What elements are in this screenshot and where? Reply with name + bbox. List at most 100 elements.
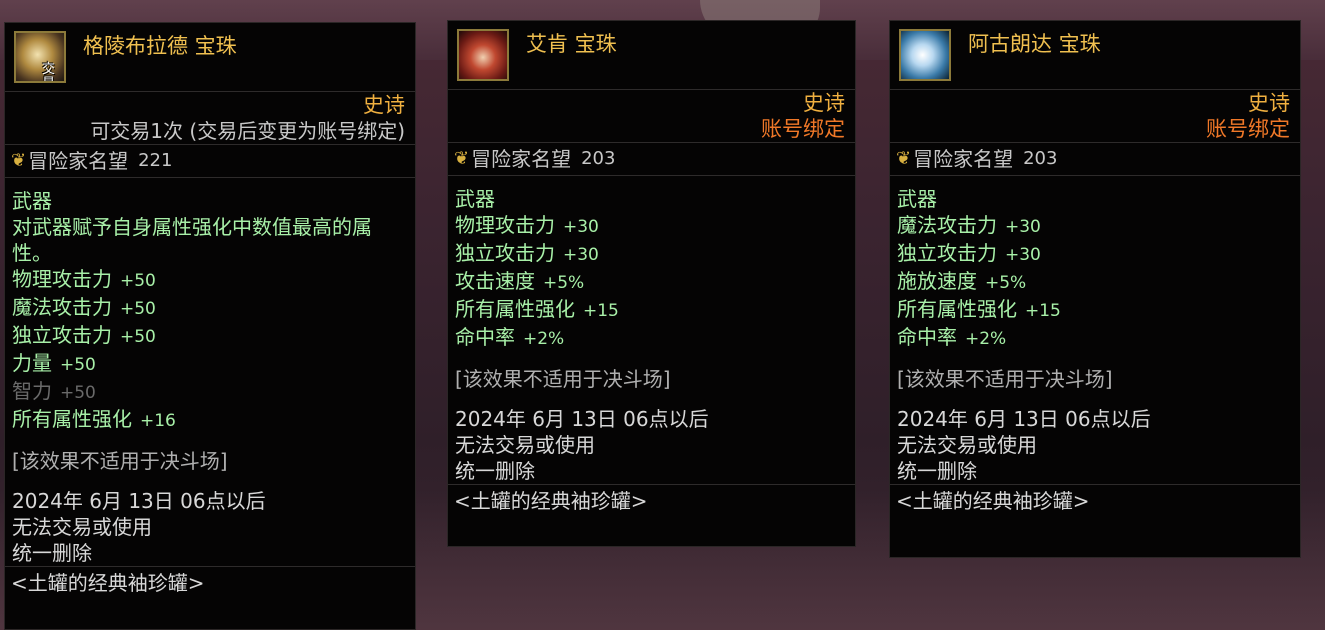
stat-line: 命中率 +2% xyxy=(897,324,1293,352)
expiry-line: 统一删除 xyxy=(12,541,92,565)
expiry-line: 统一删除 xyxy=(897,459,977,483)
stat-line: 所有属性强化 +15 xyxy=(897,296,1293,324)
stat-line: 魔法攻击力 +30 xyxy=(897,212,1293,240)
stat-line: 力量 +50 xyxy=(12,350,408,378)
stat-line: 命中率 +2% xyxy=(455,324,848,352)
stat-label: 智力 xyxy=(12,379,52,403)
stat-line: 物理攻击力 +30 xyxy=(455,212,848,240)
stat-value: +30 xyxy=(1005,217,1041,237)
stat-line: 独立攻击力 +30 xyxy=(455,240,848,268)
effect-description: 对武器赋予自身属性强化中数值最高的属性。 xyxy=(12,215,372,265)
stat-label: 攻击速度 xyxy=(455,269,535,293)
equip-category: 武器 xyxy=(897,187,937,211)
stat-label: 所有属性强化 xyxy=(12,407,132,431)
stat-line: 独立攻击力 +50 xyxy=(12,322,408,350)
stat-label: 施放速度 xyxy=(897,269,977,293)
stat-value: +2% xyxy=(523,329,565,349)
stat-label: 魔法攻击力 xyxy=(897,213,997,237)
stat-value: +30 xyxy=(1005,245,1041,265)
stat-line: 魔法攻击力 +50 xyxy=(12,294,408,322)
expiry-line: 无法交易或使用 xyxy=(12,515,152,539)
expiry-notice: 2024年 6月 13日 06点以后 无法交易或使用 统一删除 xyxy=(897,406,1293,484)
tooltip-body: 武器 物理攻击力 +30 独立攻击力 +30 攻击速度 +5% 所有属性强化 +15 命… xyxy=(448,176,855,484)
expiry-line: 2024年 6月 13日 06点以后 xyxy=(455,407,709,431)
stat-label: 物理攻击力 xyxy=(12,267,112,291)
stat-label: 所有属性强化 xyxy=(455,297,575,321)
stat-value: +30 xyxy=(563,217,599,237)
stat-line: 施放速度 +5% xyxy=(897,268,1293,296)
tooltip-header: 艾肯 宝珠 xyxy=(448,21,855,89)
stat-value: +15 xyxy=(1025,301,1061,321)
orb-aiken-icon[interactable] xyxy=(457,29,509,81)
stat-value: +5% xyxy=(543,273,585,293)
orb-icon-art xyxy=(459,31,507,79)
stat-label: 魔法攻击力 xyxy=(12,295,112,319)
bind-status: 账号绑定 xyxy=(1206,117,1290,141)
expiry-notice: 2024年 6月 13日 06点以后 无法交易或使用 统一删除 xyxy=(12,488,408,566)
stat-label: 物理攻击力 xyxy=(455,213,555,237)
expiry-line: 统一删除 xyxy=(455,459,535,483)
stat-value: +50 xyxy=(120,327,156,347)
pvp-exclusion-note: [该效果不适用于决斗场] xyxy=(455,367,671,391)
stat-label: 所有属性强化 xyxy=(897,297,1017,321)
stat-label: 独立攻击力 xyxy=(455,241,555,265)
stat-line-inactive: 智力 +50 xyxy=(12,378,408,406)
stat-label: 独立攻击力 xyxy=(897,241,997,265)
tradeable-tag: 交易 xyxy=(42,62,56,82)
orb-icon-art xyxy=(901,31,949,79)
item-source: <土罐的经典袖珍罐> xyxy=(896,489,1090,513)
adventurer-reputation: ❦ 冒险家名望 203 xyxy=(890,143,1300,175)
equip-category: 武器 xyxy=(12,189,52,213)
tooltip-header: 阿古朗达 宝珠 xyxy=(890,21,1300,89)
adventurer-reputation: ❦ 冒险家名望 221 xyxy=(5,145,415,177)
item-source: <土罐的经典袖珍罐> xyxy=(11,571,205,595)
stat-line: 物理攻击力 +50 xyxy=(12,266,408,294)
orb-agulanda-icon[interactable] xyxy=(899,29,951,81)
item-tooltip-greenblad: 交易 格陵布拉德 宝珠 史诗 可交易1次 (交易后变更为账号绑定) ❦ 冒险家名… xyxy=(4,22,416,630)
item-tooltip-agulanda: 阿古朗达 宝珠 史诗 账号绑定 ❦ 冒险家名望 203 武器 魔法攻击力 +30 … xyxy=(889,20,1301,558)
equip-category: 武器 xyxy=(455,187,495,211)
reputation-crest-icon: ❦ xyxy=(896,148,912,169)
reputation-value: 203 xyxy=(581,148,616,169)
reputation-crest-icon: ❦ xyxy=(11,150,27,171)
reputation-label: 冒险家名望 xyxy=(471,147,572,171)
adventurer-reputation: ❦ 冒险家名望 203 xyxy=(448,143,855,175)
rarity-label: 史诗 xyxy=(1248,91,1290,115)
orb-greenblad-icon[interactable]: 交易 xyxy=(14,31,66,83)
pvp-exclusion-note: [该效果不适用于决斗场] xyxy=(897,367,1113,391)
stat-value: +15 xyxy=(583,301,619,321)
item-source: <土罐的经典袖珍罐> xyxy=(454,489,648,513)
tooltip-body: 武器 对武器赋予自身属性强化中数值最高的属性。 物理攻击力 +50 魔法攻击力 +5… xyxy=(5,178,415,566)
reputation-label: 冒险家名望 xyxy=(28,149,129,173)
expiry-line: 2024年 6月 13日 06点以后 xyxy=(897,407,1151,431)
trade-note: 可交易1次 (交易后变更为账号绑定) xyxy=(90,119,405,143)
stat-label: 命中率 xyxy=(897,325,957,349)
reputation-crest-icon: ❦ xyxy=(454,148,470,169)
reputation-value: 221 xyxy=(138,150,173,171)
item-name: 格陵布拉德 宝珠 xyxy=(83,34,237,58)
pvp-exclusion-note: [该效果不适用于决斗场] xyxy=(12,449,228,473)
expiry-line: 无法交易或使用 xyxy=(897,433,1037,457)
tooltip-body: 武器 魔法攻击力 +30 独立攻击力 +30 施放速度 +5% 所有属性强化 +15 命… xyxy=(890,176,1300,484)
stat-line: 所有属性强化 +16 xyxy=(12,406,408,434)
stat-value: +50 xyxy=(120,299,156,319)
stat-value: +2% xyxy=(965,329,1007,349)
stat-value: +50 xyxy=(60,355,96,375)
expiry-line: 2024年 6月 13日 06点以后 xyxy=(12,489,266,513)
stat-value: +50 xyxy=(120,271,156,291)
stat-label: 命中率 xyxy=(455,325,515,349)
stat-value: +50 xyxy=(60,383,96,403)
stat-line: 攻击速度 +5% xyxy=(455,268,848,296)
item-name: 阿古朗达 宝珠 xyxy=(968,32,1101,56)
stat-value: +30 xyxy=(563,245,599,265)
rarity-label: 史诗 xyxy=(363,93,405,117)
stat-value: +16 xyxy=(140,411,176,431)
expiry-notice: 2024年 6月 13日 06点以后 无法交易或使用 统一删除 xyxy=(455,406,848,484)
reputation-label: 冒险家名望 xyxy=(913,147,1014,171)
stat-label: 独立攻击力 xyxy=(12,323,112,347)
rarity-label: 史诗 xyxy=(803,91,845,115)
stat-value: +5% xyxy=(985,273,1027,293)
reputation-value: 203 xyxy=(1023,148,1058,169)
item-name: 艾肯 宝珠 xyxy=(526,32,617,56)
stat-line: 独立攻击力 +30 xyxy=(897,240,1293,268)
